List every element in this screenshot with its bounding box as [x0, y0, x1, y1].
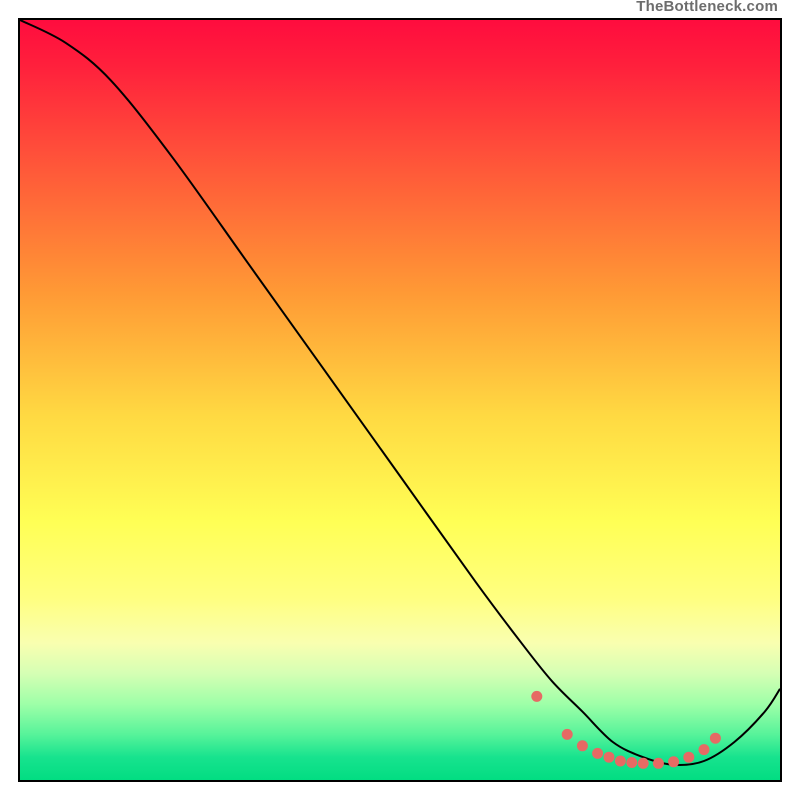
marker-dot — [653, 758, 664, 769]
watermark-text: TheBottleneck.com — [636, 0, 778, 18]
marker-dot — [668, 756, 679, 767]
marker-dot — [710, 733, 721, 744]
marker-dot — [592, 748, 603, 759]
sweet-spot-markers — [531, 691, 721, 769]
plot-area — [18, 18, 782, 782]
marker-dot — [683, 752, 694, 763]
marker-dot — [699, 744, 710, 755]
bottleneck-curve-path — [20, 20, 780, 765]
marker-dot — [562, 729, 573, 740]
marker-dot — [604, 752, 615, 763]
marker-dot — [577, 740, 588, 751]
marker-dot — [626, 757, 637, 768]
chart-frame: TheBottleneck.com — [0, 0, 800, 800]
marker-dot — [638, 758, 649, 769]
marker-dot — [531, 691, 542, 702]
marker-dot — [615, 756, 626, 767]
chart-svg — [20, 20, 780, 780]
